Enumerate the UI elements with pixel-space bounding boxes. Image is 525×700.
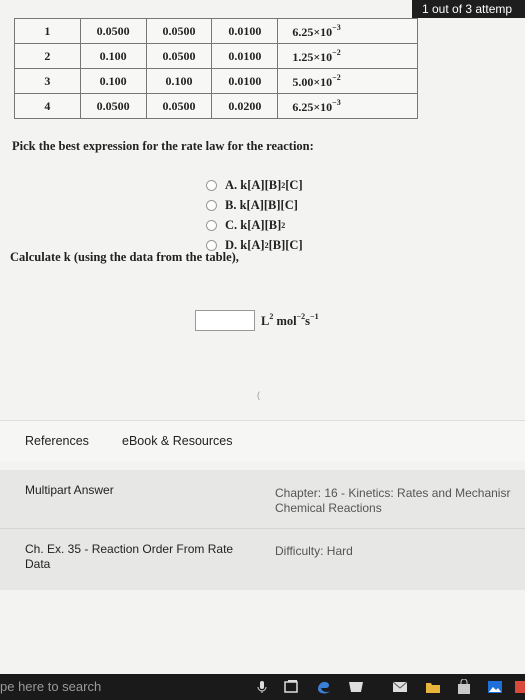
concentration-b: 0.100 [145,68,213,94]
rate-mantissa: 5.00×10 [292,74,333,89]
k-answer-input[interactable] [195,310,255,331]
app-icon[interactable] [514,679,525,695]
file-explorer-icon[interactable] [425,679,441,695]
exercise-line: Data [25,557,51,571]
rate-exponent: −3 [332,22,341,32]
option-tail: [C] [285,177,303,192]
unit-exponent: −1 [310,312,319,321]
rate-value: 6.25×10−3 [277,93,418,119]
rate-law-question: Pick the best expression for the rate la… [12,139,314,153]
divider [0,528,525,529]
k-units: L2 mol−2s−1 [261,312,319,329]
taskbar-search-input[interactable]: pe here to search [0,679,101,694]
rate-exponent: −3 [332,97,341,107]
rate-data-table: 1 0.0500 0.0500 0.0100 6.25×10−3 2 0.100… [14,18,418,119]
experiment-number: 4 [14,93,81,119]
bag-icon[interactable] [456,679,472,695]
option-b[interactable]: B. k[A][B][C] [206,195,303,215]
chapter-info: Chapter: 16 - Kinetics: Rates and Mechan… [275,486,510,516]
concentration-b: 0.0500 [145,43,213,69]
calculate-k-prompt: Calculate k (using the data from the tab… [10,250,239,264]
multipart-label: Multipart Answer [25,483,114,497]
concentration-a: 0.0500 [79,18,147,44]
radio-button[interactable] [206,179,217,191]
table-row: 2 0.100 0.0500 0.0100 1.25×10−2 [14,43,418,69]
tab-references[interactable]: References [25,434,89,448]
attempts-badge: 1 out of 3 attemp [412,0,525,18]
photos-icon[interactable] [487,679,503,695]
difficulty-label: Difficulty: Hard [275,544,353,558]
exercise-line: Ch. Ex. 35 - Reaction Order From Rate [25,542,234,556]
option-letter: A. [225,177,238,192]
option-a[interactable]: A. k[A][B] 2 [C] [206,175,303,195]
radio-button[interactable] [206,239,217,251]
concentration-c: 0.0200 [211,93,279,119]
chapter-line: Chapter: 16 - Kinetics: Rates and Mechan… [275,486,511,500]
concentration-b: 0.0500 [145,18,213,44]
rate-value: 6.25×10−3 [277,18,418,44]
microphone-icon[interactable] [254,679,270,695]
option-letter: B. [225,197,237,212]
experiment-number: 3 [14,68,81,94]
concentration-a: 0.100 [79,43,147,69]
exercise-title: Ch. Ex. 35 - Reaction Order From Rate Da… [25,542,233,572]
unit-mol: mol [273,314,297,328]
question-info-panel: Multipart Answer Chapter: 16 - Kinetics:… [0,470,525,590]
table-row: 1 0.0500 0.0500 0.0100 6.25×10−3 [14,18,418,44]
option-expression: k[A][B][C] [239,197,298,212]
stray-mark: ( [257,390,260,400]
option-expression: k[A][B] [240,177,282,192]
radio-button[interactable] [206,199,217,211]
rate-mantissa: 6.25×10 [292,99,333,114]
concentration-b: 0.0500 [145,93,213,119]
concentration-c: 0.0100 [211,43,279,69]
experiment-number: 1 [14,18,81,44]
table-row: 3 0.100 0.100 0.0100 5.00×10−2 [14,68,418,94]
windows-taskbar: pe here to search [0,674,525,700]
concentration-a: 0.100 [79,68,147,94]
unit-exponent: −2 [296,312,306,321]
store-icon[interactable] [348,679,364,695]
concentration-a: 0.0500 [79,93,147,119]
experiment-number: 2 [14,43,81,69]
rate-law-options: A. k[A][B] 2 [C] B. k[A][B][C] C. k[A][B] 2… [206,175,303,255]
table-row: 4 0.0500 0.0500 0.0200 6.25×10−3 [14,93,418,119]
option-c[interactable]: C. k[A][B] 2 [206,215,303,235]
option-exponent: 2 [281,220,286,230]
rate-value: 5.00×10−2 [277,68,418,94]
option-letter: C. [225,217,238,232]
option-expression: k[A] [240,237,265,252]
rate-mantissa: 6.25×10 [292,24,333,39]
mail-icon[interactable] [392,679,408,695]
radio-button[interactable] [206,219,217,231]
concentration-c: 0.0100 [211,18,279,44]
rate-mantissa: 1.25×10 [292,49,333,64]
rate-exponent: −2 [332,72,341,82]
rate-exponent: −2 [332,47,341,57]
tab-ebook-resources[interactable]: eBook & Resources [122,434,232,448]
task-view-icon[interactable] [283,679,299,695]
rate-value: 1.25×10−2 [277,43,418,69]
option-expression: k[A][B] [240,217,282,232]
edge-browser-icon[interactable] [316,679,332,695]
resource-tabs: References eBook & Resources [0,420,525,462]
option-tail: [B][C] [268,237,303,252]
concentration-c: 0.0100 [211,68,279,94]
chapter-line: Chemical Reactions [275,501,382,515]
